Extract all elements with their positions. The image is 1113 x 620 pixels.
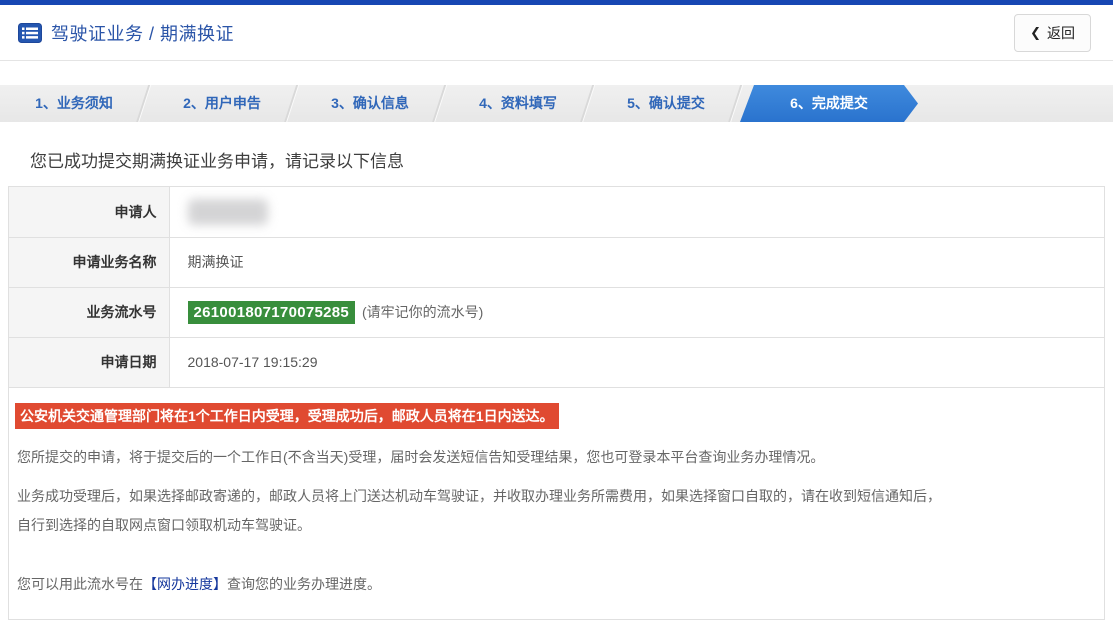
wizard-step-bar: 1、业务须知 2、用户申告 3、确认信息 4、资料填写 5、确认提交 6、完成提… <box>0 85 1113 122</box>
application-info-table: 申请人 申请业务名称 期满换证 业务流水号 261001807170075285… <box>9 187 1104 388</box>
notice-paragraph-2-line-1: 业务成功受理后，如果选择邮政寄递的，邮政人员将上门送达机动车驾驶证，并收取办理业… <box>17 488 941 504</box>
table-row-applicant: 申请人 <box>9 187 1104 237</box>
back-button-label: 返回 <box>1047 23 1075 43</box>
notice-section: 公安机关交通管理部门将在1个工作日内受理，受理成功后，邮政人员将在1日内送达。 … <box>9 388 1104 619</box>
step-label: 1、业务须知 <box>35 95 113 111</box>
step-6-complete-submit[interactable]: 6、完成提交 <box>740 85 918 122</box>
step-3-confirm-info[interactable]: 3、确认信息 <box>296 85 444 122</box>
row-label: 业务流水号 <box>9 287 169 337</box>
serial-number-hint: (请牢记你的流水号) <box>362 304 483 320</box>
breadcrumb-secondary: 期满换证 <box>160 24 234 44</box>
table-row-serial-number: 业务流水号 261001807170075285 (请牢记你的流水号) <box>9 287 1104 337</box>
table-row-business-name: 申请业务名称 期满换证 <box>9 237 1104 287</box>
page-title: 驾驶证业务 / 期满换证 <box>51 20 234 46</box>
step-4-fill-materials[interactable]: 4、资料填写 <box>444 85 592 122</box>
online-progress-link[interactable]: 【网办进度】 <box>143 576 227 592</box>
step-5-confirm-submit[interactable]: 5、确认提交 <box>592 85 740 122</box>
notice-paragraph-2: 业务成功受理后，如果选择邮政寄递的，邮政人员将上门送达机动车驾驶证，并收取办理业… <box>17 482 1098 540</box>
progress-suffix: 查询您的业务办理进度。 <box>227 576 381 592</box>
page-header: 驾驶证业务 / 期满换证 ❮ 返回 <box>0 5 1113 61</box>
success-message: 您已成功提交期满换证业务申请，请记录以下信息 <box>30 147 1113 172</box>
step-label: 6、完成提交 <box>790 95 868 111</box>
row-value <box>169 187 1104 237</box>
notice-paragraph-2-line-2: 自行到选择的自取网点窗口领取机动车驾驶证。 <box>17 517 311 533</box>
progress-query-line: 您可以用此流水号在【网办进度】查询您的业务办理进度。 <box>17 570 1098 599</box>
row-value: 261001807170075285 (请牢记你的流水号) <box>169 287 1104 337</box>
row-label: 申请人 <box>9 187 169 237</box>
row-value: 2018-07-17 19:15:29 <box>169 337 1104 387</box>
progress-prefix: 您可以用此流水号在 <box>17 576 143 592</box>
step-label: 2、用户申告 <box>183 95 261 111</box>
breadcrumb-separator: / <box>144 24 161 44</box>
serial-number-badge: 261001807170075285 <box>188 301 356 324</box>
redacted-applicant-name <box>188 199 268 225</box>
result-panel: 申请人 申请业务名称 期满换证 业务流水号 261001807170075285… <box>8 186 1105 620</box>
step-1-business-notice[interactable]: 1、业务须知 <box>0 85 148 122</box>
alert-banner: 公安机关交通管理部门将在1个工作日内受理，受理成功后，邮政人员将在1日内送达。 <box>15 403 559 429</box>
notice-paragraph-1: 您所提交的申请，将于提交后的一个工作日(不含当天)受理，届时会发送短信告知受理结… <box>17 443 1098 472</box>
back-button[interactable]: ❮ 返回 <box>1014 14 1091 52</box>
list-icon <box>18 23 42 43</box>
step-2-user-declaration[interactable]: 2、用户申告 <box>148 85 296 122</box>
row-label: 申请日期 <box>9 337 169 387</box>
row-value: 期满换证 <box>169 237 1104 287</box>
step-label: 4、资料填写 <box>479 95 557 111</box>
breadcrumb-primary: 驾驶证业务 <box>51 24 144 44</box>
step-label: 5、确认提交 <box>627 95 705 111</box>
back-chevron-icon: ❮ <box>1030 25 1041 41</box>
step-label: 3、确认信息 <box>331 95 409 111</box>
table-row-application-date: 申请日期 2018-07-17 19:15:29 <box>9 337 1104 387</box>
row-label: 申请业务名称 <box>9 237 169 287</box>
